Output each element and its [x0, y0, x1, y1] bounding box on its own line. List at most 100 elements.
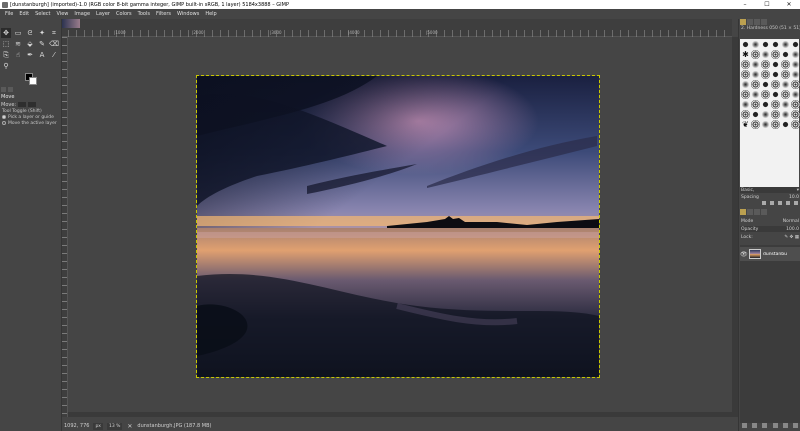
brush-item[interactable]	[781, 60, 790, 69]
brush-item[interactable]	[781, 120, 790, 129]
brush-grid[interactable]: ✱ ❦	[740, 39, 800, 187]
brush-item[interactable]	[761, 50, 770, 59]
menu-view[interactable]: View	[54, 11, 72, 17]
brush-preset-field[interactable]: Basic, ▾	[740, 187, 800, 193]
layer-row[interactable]: 👁 dunstanbu	[740, 247, 800, 261]
paths-tab-icon[interactable]	[754, 209, 760, 215]
menu-edit[interactable]: Edit	[16, 11, 32, 17]
color-picker-tool-icon[interactable]: ⁄	[49, 50, 59, 60]
spacing-field[interactable]: Spacing 10.0	[740, 194, 800, 200]
brushes-tab-icon[interactable]	[740, 19, 746, 25]
brush-item[interactable]	[771, 70, 780, 79]
move-active-layer-radio[interactable]	[2, 121, 6, 125]
brush-item[interactable]	[781, 80, 790, 89]
brush-item[interactable]	[741, 80, 750, 89]
horizontal-scrollbar[interactable]	[68, 412, 732, 417]
brush-item[interactable]	[771, 60, 780, 69]
brush-item[interactable]	[741, 100, 750, 109]
gradients-tab-icon[interactable]	[761, 19, 767, 25]
brush-item[interactable]	[741, 60, 750, 69]
menu-file[interactable]: File	[2, 11, 16, 17]
zoom-tool-icon[interactable]: ⚲	[1, 61, 11, 71]
patterns-tab-icon[interactable]	[747, 19, 753, 25]
delete-brush-icon[interactable]	[786, 201, 790, 205]
brush-item[interactable]	[771, 50, 780, 59]
brush-item[interactable]	[741, 70, 750, 79]
move-tool-icon[interactable]: ✥	[1, 28, 11, 38]
lock-icons[interactable]: ✎ ✥ ▦	[784, 235, 799, 240]
text-tool-icon[interactable]: A	[37, 50, 47, 60]
crop-tool-icon[interactable]: ⌗	[49, 28, 59, 38]
background-color[interactable]	[29, 77, 37, 85]
paintbrush-tool-icon[interactable]: ✎	[37, 39, 47, 49]
transform-tool-icon[interactable]: ⬚	[1, 39, 11, 49]
smudge-tool-icon[interactable]: ☝	[13, 50, 23, 60]
brush-item[interactable]	[781, 110, 790, 119]
zoom-select[interactable]: 13 %	[106, 422, 123, 430]
menu-image[interactable]: Image	[71, 11, 93, 17]
menu-tools[interactable]: Tools	[135, 11, 153, 17]
delete-layer-icon[interactable]	[793, 423, 799, 428]
brush-item[interactable]	[751, 100, 760, 109]
brush-item[interactable]	[771, 80, 780, 89]
pick-layer-option[interactable]: Pick a layer or guide	[0, 114, 61, 120]
brush-item[interactable]	[761, 100, 770, 109]
menu-help[interactable]: Help	[202, 11, 219, 17]
brush-item[interactable]	[791, 50, 800, 59]
opacity-field[interactable]: Opacity 100.0	[740, 226, 800, 232]
duplicate-brush-icon[interactable]	[778, 201, 782, 205]
brush-item[interactable]	[751, 70, 760, 79]
fg-bg-color-swatches[interactable]	[25, 73, 37, 85]
brush-item[interactable]	[751, 40, 760, 49]
brush-item[interactable]	[751, 50, 760, 59]
device-status-tab-icon[interactable]	[8, 87, 13, 92]
brush-item[interactable]	[761, 90, 770, 99]
star-brush-icon[interactable]: ✱	[741, 50, 750, 59]
leaf-brush-icon[interactable]: ❦	[741, 120, 750, 129]
brush-item[interactable]	[771, 100, 780, 109]
brush-item[interactable]	[761, 70, 770, 79]
new-layer-icon[interactable]	[741, 423, 747, 428]
close-nav-icon[interactable]: ✕	[126, 423, 133, 430]
menu-windows[interactable]: Windows	[174, 11, 202, 17]
brush-item[interactable]	[761, 110, 770, 119]
refresh-brushes-icon[interactable]	[794, 201, 798, 205]
brush-item[interactable]	[771, 90, 780, 99]
menu-colors[interactable]: Colors	[113, 11, 135, 17]
brush-item[interactable]	[781, 40, 790, 49]
brush-item[interactable]	[791, 110, 800, 119]
brush-item[interactable]	[791, 120, 800, 129]
brush-item[interactable]	[751, 80, 760, 89]
maximize-button[interactable]: ☐	[756, 0, 778, 9]
image-canvas[interactable]	[196, 75, 600, 378]
eraser-tool-icon[interactable]: ⌫	[49, 39, 59, 49]
bucket-fill-tool-icon[interactable]: ⬙	[25, 39, 35, 49]
tool-options-tab-icon[interactable]	[1, 87, 6, 92]
brush-item[interactable]	[741, 40, 750, 49]
brush-item[interactable]	[751, 110, 760, 119]
brush-item[interactable]	[761, 120, 770, 129]
close-button[interactable]: ✕	[778, 0, 800, 9]
brush-item[interactable]	[791, 100, 800, 109]
mode-field[interactable]: Mode Normal	[740, 218, 800, 224]
brush-item[interactable]	[751, 120, 760, 129]
menu-filters[interactable]: Filters	[153, 11, 174, 17]
brush-item[interactable]	[781, 90, 790, 99]
new-group-icon[interactable]	[751, 423, 757, 428]
rect-select-tool-icon[interactable]: ▭	[13, 28, 23, 38]
brush-item[interactable]	[741, 90, 750, 99]
brush-item[interactable]	[771, 110, 780, 119]
brush-item[interactable]	[761, 60, 770, 69]
brush-item[interactable]	[791, 90, 800, 99]
brush-item[interactable]	[751, 90, 760, 99]
brush-item[interactable]	[771, 40, 780, 49]
edit-brush-icon[interactable]	[762, 201, 766, 205]
brush-item[interactable]	[761, 80, 770, 89]
brush-item[interactable]	[781, 50, 790, 59]
brush-item[interactable]	[741, 110, 750, 119]
undo-tab-icon[interactable]	[761, 209, 767, 215]
fonts-tab-icon[interactable]	[754, 19, 760, 25]
menu-layer[interactable]: Layer	[93, 11, 113, 17]
brush-item[interactable]	[771, 120, 780, 129]
brush-item[interactable]	[791, 40, 800, 49]
